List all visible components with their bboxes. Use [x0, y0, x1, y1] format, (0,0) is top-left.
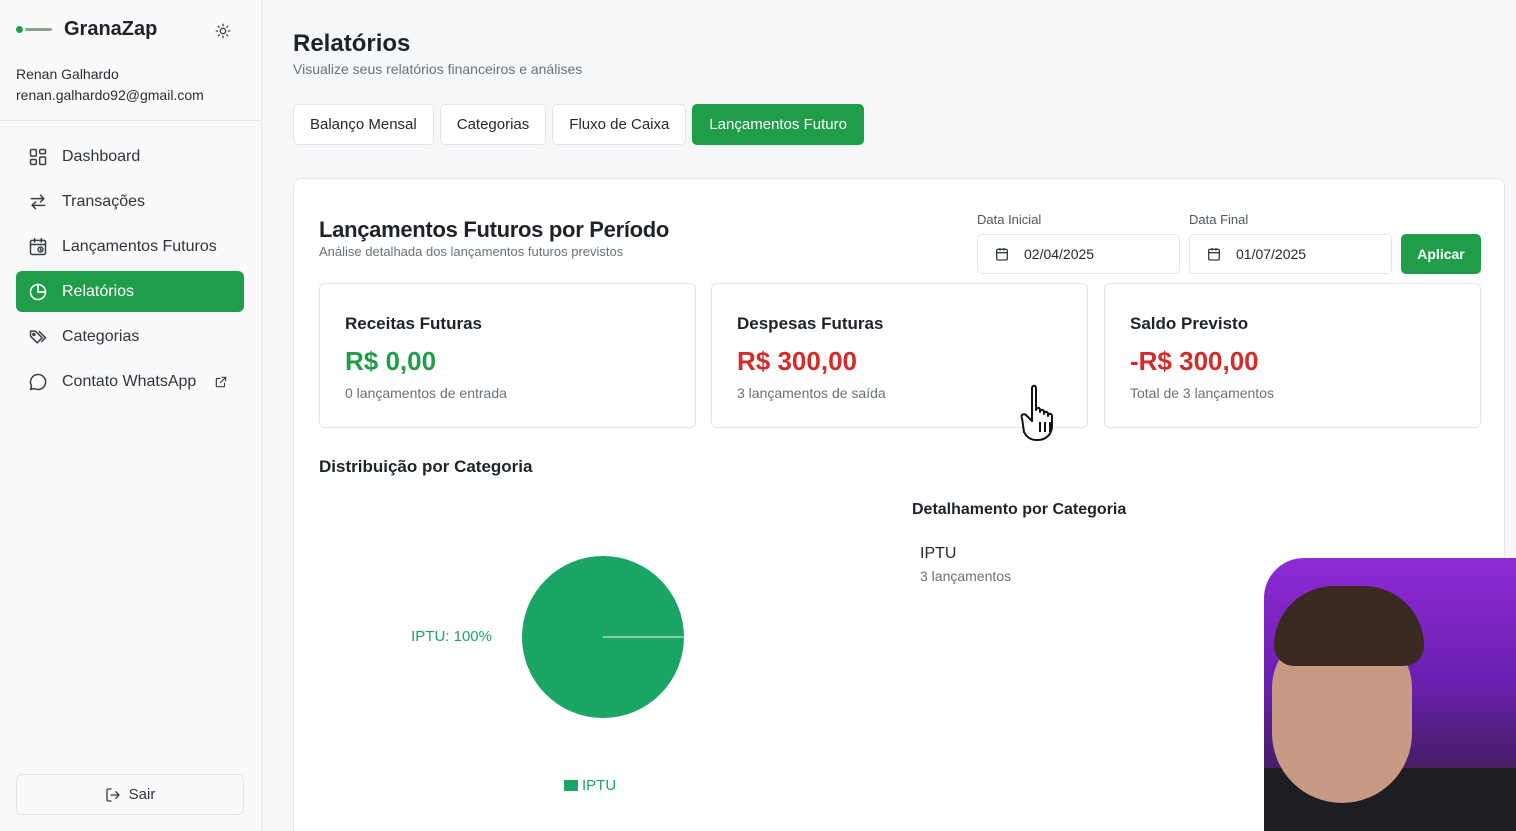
balance-card: Saldo Previsto -R$ 300,00 Total de 3 lan…	[1104, 283, 1481, 428]
panel-title: Lançamentos Futuros por Período	[319, 217, 670, 242]
sidebar-item-label: Transações	[62, 192, 145, 210]
legend-swatch	[564, 780, 578, 791]
app-name: GranaZap	[64, 18, 158, 40]
calendar-icon	[1208, 248, 1220, 261]
start-date-value: 02/04/2025	[1024, 246, 1095, 262]
calendar-clock-icon	[29, 237, 47, 255]
sun-icon[interactable]	[212, 20, 234, 42]
logout-icon	[105, 787, 120, 802]
end-date-input[interactable]: 01/07/2025	[1189, 234, 1392, 274]
detail-item-count: 3 lançamentos	[920, 568, 1012, 584]
user-email: renan.galhardo92@gmail.com	[16, 87, 204, 103]
sidebar-item-dashboard[interactable]: Dashboard	[16, 136, 244, 177]
card-value: R$ 300,00	[737, 346, 857, 376]
detail-item-name: IPTU	[920, 545, 957, 562]
legend-label[interactable]: IPTU	[582, 777, 616, 794]
report-tabs: Balanço Mensal Categorias Fluxo de Caixa…	[293, 104, 864, 145]
sidebar-item-lancamentos-futuros[interactable]: Lançamentos Futuros	[16, 226, 244, 267]
card-value: -R$ 300,00	[1130, 346, 1259, 376]
card-note: 3 lançamentos de saída	[737, 385, 886, 401]
tags-icon	[29, 329, 47, 344]
sidebar-item-label: Dashboard	[62, 147, 141, 165]
logout-button[interactable]: Sair	[16, 774, 244, 815]
page-title: Relatórios	[293, 30, 411, 57]
sidebar-divider	[0, 120, 262, 121]
sidebar-item-categorias[interactable]: Categorias	[16, 316, 244, 357]
sidebar-item-label: Lançamentos Futuros	[62, 237, 217, 255]
distribution-title: Distribuição por Categoria	[319, 457, 533, 476]
user-name: Renan Galhardo	[16, 66, 119, 82]
webcam-overlay	[1264, 558, 1516, 831]
sidebar: GranaZap Renan Galhardo renan.galhardo92…	[0, 0, 262, 831]
tab-lancamentos-futuro[interactable]: Lançamentos Futuro	[692, 104, 864, 145]
pie-slice-label: IPTU: 100%	[411, 628, 492, 645]
sidebar-item-contato-whatsapp[interactable]: Contato WhatsApp	[16, 361, 244, 402]
logout-label: Sair	[128, 786, 156, 803]
arrows-icon	[30, 194, 46, 209]
start-date-input[interactable]: 02/04/2025	[977, 234, 1180, 274]
brand[interactable]: GranaZap	[16, 18, 157, 41]
card-title: Despesas Futuras	[737, 314, 884, 333]
detail-title: Detalhamento por Categoria	[912, 501, 1127, 518]
sidebar-item-label: Contato WhatsApp	[62, 372, 197, 390]
hand-cursor-icon	[1018, 380, 1074, 449]
grid-icon	[29, 148, 47, 165]
tab-categorias[interactable]: Categorias	[439, 104, 547, 145]
logo-icon	[16, 23, 54, 37]
external-link-icon	[216, 376, 227, 387]
card-note: Total de 3 lançamentos	[1130, 385, 1274, 401]
sidebar-item-transacoes[interactable]: Transações	[16, 181, 244, 222]
chat-icon	[29, 373, 47, 390]
tab-fluxo-de-caixa[interactable]: Fluxo de Caixa	[552, 104, 687, 145]
page-subtitle: Visualize seus relatórios financeiros e …	[293, 61, 583, 77]
pie-icon	[29, 283, 47, 300]
end-date-value: 01/07/2025	[1236, 246, 1307, 262]
sidebar-item-label: Categorias	[62, 327, 140, 345]
card-title: Saldo Previsto	[1130, 314, 1249, 333]
card-title: Receitas Futuras	[345, 314, 482, 333]
sidebar-item-relatorios[interactable]: Relatórios	[16, 271, 244, 312]
pie-chart: IPTU: 100% IPTU	[394, 539, 724, 819]
card-note: 0 lançamentos de entrada	[345, 385, 507, 401]
income-card: Receitas Futuras R$ 0,00 0 lançamentos d…	[319, 283, 696, 428]
end-date-label: Data Final	[1189, 212, 1249, 227]
user-info: Renan Galhardo renan.galhardo92@gmail.co…	[16, 64, 204, 106]
apply-button[interactable]: Aplicar	[1401, 234, 1481, 274]
panel-subtitle: Análise detalhada dos lançamentos futuro…	[319, 244, 624, 259]
card-value: R$ 0,00	[345, 346, 437, 376]
sidebar-nav: Dashboard Transações Lançamentos Futuros…	[16, 136, 244, 406]
calendar-icon	[996, 248, 1008, 261]
start-date-label: Data Inicial	[977, 212, 1042, 227]
sidebar-item-label: Relatórios	[62, 282, 135, 300]
tab-balanco-mensal[interactable]: Balanço Mensal	[293, 104, 434, 145]
